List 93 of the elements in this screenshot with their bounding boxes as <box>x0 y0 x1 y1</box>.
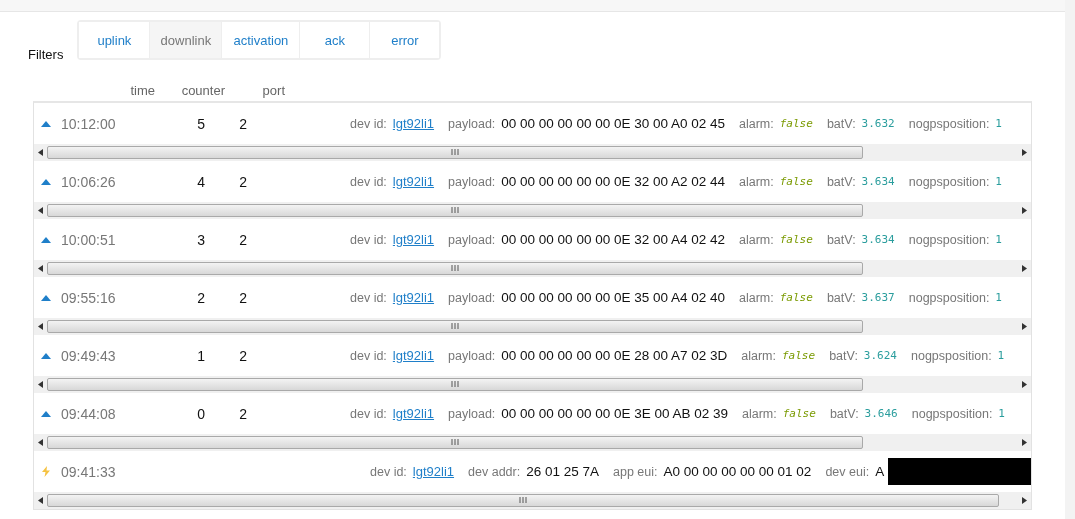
field-label: batV: <box>826 232 856 247</box>
field-label: batV: <box>829 348 858 363</box>
port-cell-text: 2 <box>238 115 247 132</box>
port-cell-text: 2 <box>238 173 247 190</box>
time-cell-text: 09:55:16 <box>61 289 117 306</box>
field-value: 00 00 00 00 00 00 0E 32 00 A2 02 44 <box>501 174 725 189</box>
field-label: dev id: <box>370 464 407 479</box>
boolean-value: false <box>782 407 816 420</box>
field-label: payload: <box>448 232 496 247</box>
field-label: dev eui: <box>825 464 870 479</box>
boolean-value: false <box>782 349 816 362</box>
counter-cell-text: 0 <box>196 405 205 422</box>
field-value: A <box>875 464 885 479</box>
field-label: batV: <box>829 406 859 421</box>
field-label: nogpsposition: <box>908 290 990 305</box>
boolean-value: false <box>779 291 813 304</box>
port-cell-text: 2 <box>238 231 247 248</box>
field-label: dev addr: <box>468 464 521 479</box>
field-label: batV: <box>826 116 856 131</box>
field-label: dev id: <box>350 348 387 363</box>
number-value: 1 <box>995 233 1002 246</box>
field-label: batV: <box>826 290 856 305</box>
field-label: dev id: <box>350 116 387 131</box>
field-value: 00 00 00 00 00 00 0E 3E 00 AB 02 39 <box>501 406 728 421</box>
field-label: app eui: <box>613 464 658 479</box>
column-header: port <box>261 83 285 99</box>
port-cell-text: 2 <box>238 347 247 364</box>
device-link[interactable]: lgt92li1 <box>412 464 455 479</box>
field-label: batV: <box>826 174 856 189</box>
device-link[interactable]: lgt92li1 <box>392 348 435 363</box>
boolean-value: false <box>779 233 813 246</box>
field-label: payload: <box>448 174 496 189</box>
number-value: 3.646 <box>864 407 898 420</box>
device-link[interactable]: lgt92li1 <box>392 406 435 421</box>
number-value: 3.634 <box>861 233 895 246</box>
column-header: counter <box>180 83 225 99</box>
time-cell-text: 10:06:26 <box>61 173 117 190</box>
field-label: dev id: <box>350 406 387 421</box>
filter-tab[interactable]: downlink <box>149 22 222 58</box>
port-cell-text: 2 <box>238 405 247 422</box>
field-label: payload: <box>448 290 496 305</box>
device-link[interactable]: lgt92li1 <box>392 232 435 247</box>
field-label: nogpsposition: <box>908 116 990 131</box>
filter-tab[interactable]: error <box>369 22 440 58</box>
field-label: payload: <box>448 116 496 131</box>
time-cell-text: 09:41:33 <box>61 463 117 480</box>
port-cell-text: 2 <box>238 289 247 306</box>
field-label: dev id: <box>350 232 387 247</box>
field-label: dev id: <box>350 290 387 305</box>
time-cell-text: 09:44:08 <box>61 405 117 422</box>
number-value: 1 <box>998 407 1005 420</box>
field-label: nogpsposition: <box>908 232 990 247</box>
time-cell-text: 10:12:00 <box>61 115 117 132</box>
number-value: 1 <box>995 291 1002 304</box>
number-value: 3.634 <box>861 175 895 188</box>
counter-cell-text: 3 <box>196 231 205 248</box>
field-label: alarm: <box>741 348 776 363</box>
field-label: alarm: <box>739 116 774 131</box>
number-value: 3.632 <box>861 117 895 130</box>
field-value: 00 00 00 00 00 00 0E 32 00 A4 02 42 <box>501 232 725 247</box>
field-value: 26 01 25 7A <box>526 464 599 479</box>
field-value: A0 00 00 00 00 00 01 02 <box>663 464 812 479</box>
field-label: payload: <box>448 406 496 421</box>
counter-cell-text: 1 <box>196 347 205 364</box>
time-cell-text: 09:49:43 <box>61 347 117 364</box>
device-link[interactable]: lgt92li1 <box>392 174 435 189</box>
field-label: payload: <box>448 348 496 363</box>
field-label: dev id: <box>350 174 387 189</box>
field-label: alarm: <box>739 232 774 247</box>
number-value: 1 <box>995 175 1002 188</box>
counter-cell-text: 5 <box>196 115 205 132</box>
boolean-value: false <box>779 175 813 188</box>
number-value: 1 <box>995 117 1002 130</box>
boolean-value: false <box>779 117 813 130</box>
filters-label: Filters <box>28 47 64 62</box>
number-value: 1 <box>997 349 1005 362</box>
counter-cell-text: 2 <box>196 289 205 306</box>
time-cell-text: 10:00:51 <box>61 231 117 248</box>
field-value: 00 00 00 00 00 00 0E 28 00 A7 02 3D <box>501 348 728 363</box>
number-value: 3.637 <box>861 291 895 304</box>
field-value: 00 00 00 00 00 00 0E 35 00 A4 02 40 <box>501 290 725 305</box>
field-label: nogpsposition: <box>911 348 992 363</box>
field-label: nogpsposition: <box>908 174 990 189</box>
device-link[interactable]: lgt92li1 <box>392 290 435 305</box>
field-value: 00 00 00 00 00 00 0E 30 00 A0 02 45 <box>501 116 725 131</box>
device-link[interactable]: lgt92li1 <box>392 116 435 131</box>
counter-cell-text: 4 <box>196 173 205 190</box>
field-label: alarm: <box>739 290 774 305</box>
field-label: alarm: <box>739 174 774 189</box>
field-label: alarm: <box>742 406 777 421</box>
number-value: 3.624 <box>863 349 897 362</box>
column-header: time <box>129 83 155 99</box>
field-label: nogpsposition: <box>911 406 993 421</box>
